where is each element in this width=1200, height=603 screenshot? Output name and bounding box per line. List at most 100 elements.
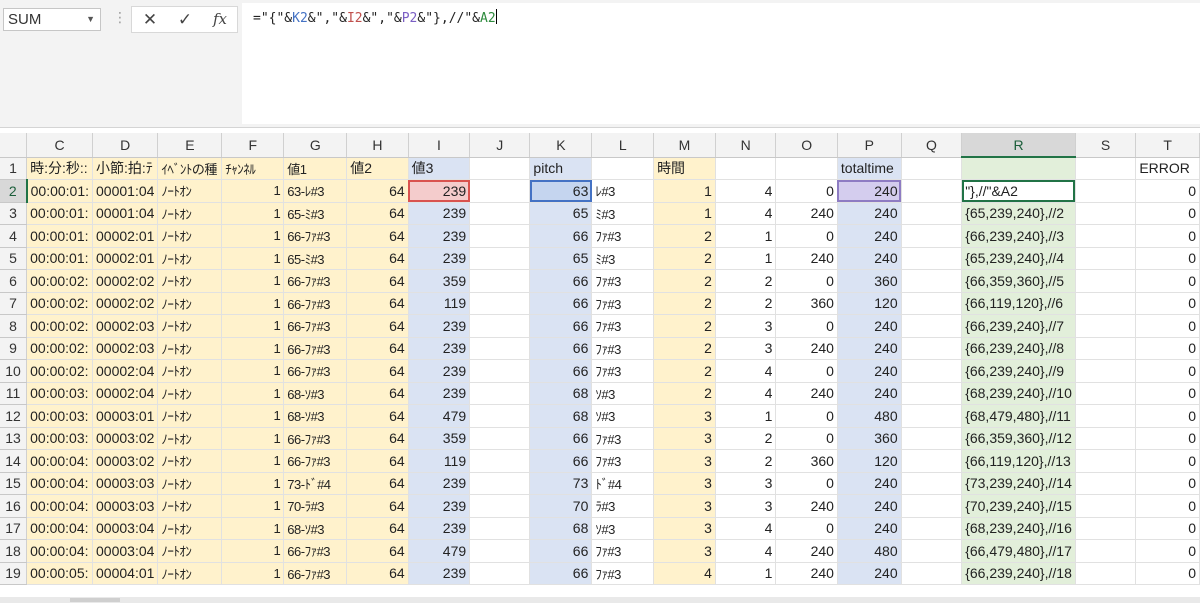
cell-o4[interactable]: 0: [775, 224, 838, 248]
column-header-f[interactable]: F: [221, 133, 285, 158]
cell-t13[interactable]: 0: [1135, 427, 1200, 450]
cell-d19[interactable]: 00004:01: [92, 562, 159, 585]
cell-d1[interactable]: 小節:拍:ﾃ: [92, 157, 159, 180]
cell-s3[interactable]: [1075, 202, 1137, 225]
cell-e8[interactable]: ﾉｰﾄｵﾝ: [157, 314, 223, 338]
cell-j6[interactable]: [469, 269, 531, 293]
cell-q1[interactable]: [901, 157, 963, 180]
cell-n3[interactable]: 4: [715, 202, 777, 225]
column-header-j[interactable]: J: [469, 133, 531, 158]
cell-d10[interactable]: 00002:04: [92, 359, 159, 383]
cell-t14[interactable]: 0: [1135, 449, 1200, 473]
cell-n8[interactable]: 3: [715, 314, 777, 338]
cell-i13[interactable]: 359: [408, 427, 471, 450]
cell-m17[interactable]: 3: [653, 517, 716, 540]
cell-i2[interactable]: 239: [408, 179, 471, 203]
cell-t10[interactable]: 0: [1135, 359, 1200, 383]
cell-j1[interactable]: [469, 157, 531, 180]
cell-j15[interactable]: [469, 472, 531, 495]
cell-c11[interactable]: 00:00:03:: [26, 382, 94, 405]
cell-r14[interactable]: {66,119,120},//13: [961, 449, 1076, 473]
cell-d16[interactable]: 00003:03: [92, 494, 159, 518]
cell-p18[interactable]: 480: [837, 539, 902, 563]
column-header-m[interactable]: M: [653, 133, 716, 158]
cell-i18[interactable]: 479: [408, 539, 471, 563]
cell-f8[interactable]: 1: [221, 314, 285, 338]
cell-n19[interactable]: 1: [715, 562, 777, 585]
row-header[interactable]: 9: [0, 337, 28, 360]
formula-input[interactable]: ="{"&K2&","&I2&","&P2&"},//"&A2: [242, 3, 1200, 124]
cancel-icon[interactable]: ✕: [135, 8, 165, 31]
cell-m15[interactable]: 3: [653, 472, 716, 495]
cell-e2[interactable]: ﾉｰﾄｵﾝ: [157, 179, 223, 203]
cell-j5[interactable]: [469, 247, 531, 270]
cell-m18[interactable]: 3: [653, 539, 716, 563]
cell-p6[interactable]: 360: [837, 269, 902, 293]
row-header[interactable]: 5: [0, 247, 28, 270]
cell-f10[interactable]: 1: [221, 359, 285, 383]
cell-s5[interactable]: [1075, 247, 1137, 270]
cell-g14[interactable]: 66-ﾌｧ#3: [283, 449, 348, 473]
cell-m12[interactable]: 3: [653, 404, 716, 428]
row-header[interactable]: 7: [0, 292, 28, 315]
cell-q6[interactable]: [901, 269, 963, 293]
cell-h1[interactable]: 値2: [346, 157, 409, 180]
cell-q16[interactable]: [901, 494, 963, 518]
cell-d5[interactable]: 00002:01: [92, 247, 159, 270]
cell-m14[interactable]: 3: [653, 449, 716, 473]
cell-c10[interactable]: 00:00:02:: [26, 359, 94, 383]
cell-f11[interactable]: 1: [221, 382, 285, 405]
cell-i19[interactable]: 239: [408, 562, 471, 585]
cell-h15[interactable]: 64: [346, 472, 409, 495]
cell-d15[interactable]: 00003:03: [92, 472, 159, 495]
name-box[interactable]: SUM ▼: [3, 8, 101, 31]
cell-c13[interactable]: 00:00:03:: [26, 427, 94, 450]
cell-f14[interactable]: 1: [221, 449, 285, 473]
cell-m7[interactable]: 2: [653, 292, 716, 315]
cell-p16[interactable]: 240: [837, 494, 902, 518]
cell-q18[interactable]: [901, 539, 963, 563]
cell-o13[interactable]: 0: [775, 427, 838, 450]
cell-m19[interactable]: 4: [653, 562, 716, 585]
cell-t3[interactable]: 0: [1135, 202, 1200, 225]
cell-n10[interactable]: 4: [715, 359, 777, 383]
column-header-i[interactable]: I: [408, 133, 471, 158]
cell-f17[interactable]: 1: [221, 517, 285, 540]
cell-i1[interactable]: 値3: [408, 157, 471, 180]
cell-j18[interactable]: [469, 539, 531, 563]
cell-k7[interactable]: 66: [529, 292, 593, 315]
cell-e3[interactable]: ﾉｰﾄｵﾝ: [157, 202, 223, 225]
cell-l2[interactable]: ﾚ#3: [591, 179, 655, 203]
cell-d14[interactable]: 00003:02: [92, 449, 159, 473]
cell-d6[interactable]: 00002:02: [92, 269, 159, 293]
cell-g17[interactable]: 68-ｿ#3: [283, 517, 348, 540]
cell-e1[interactable]: ｲﾍﾞﾝﾄの種: [157, 157, 223, 180]
column-header-h[interactable]: H: [346, 133, 409, 158]
cell-l4[interactable]: ﾌｧ#3: [591, 224, 655, 248]
cell-g3[interactable]: 65-ﾐ#3: [283, 202, 348, 225]
cell-k2[interactable]: 63: [529, 179, 593, 203]
cell-t18[interactable]: 0: [1135, 539, 1200, 563]
cell-s12[interactable]: [1075, 404, 1137, 428]
cell-f6[interactable]: 1: [221, 269, 285, 293]
cell-i16[interactable]: 239: [408, 494, 471, 518]
cell-q17[interactable]: [901, 517, 963, 540]
cell-r2[interactable]: "},//"&A2: [961, 179, 1076, 203]
cell-n13[interactable]: 2: [715, 427, 777, 450]
cell-f9[interactable]: 1: [221, 337, 285, 360]
cell-h19[interactable]: 64: [346, 562, 409, 585]
cell-n15[interactable]: 3: [715, 472, 777, 495]
cell-g15[interactable]: 73-ﾄﾞ#4: [283, 472, 348, 495]
cell-j13[interactable]: [469, 427, 531, 450]
cell-m10[interactable]: 2: [653, 359, 716, 383]
cell-s9[interactable]: [1075, 337, 1137, 360]
column-header-s[interactable]: S: [1075, 133, 1137, 158]
enter-icon[interactable]: ✓: [170, 8, 200, 31]
cell-o11[interactable]: 240: [775, 382, 838, 405]
cell-e9[interactable]: ﾉｰﾄｵﾝ: [157, 337, 223, 360]
cell-j10[interactable]: [469, 359, 531, 383]
chevron-down-icon[interactable]: ▼: [86, 9, 95, 30]
cell-l9[interactable]: ﾌｧ#3: [591, 337, 655, 360]
cell-l17[interactable]: ｿ#3: [591, 517, 655, 540]
column-header-r[interactable]: R: [961, 133, 1076, 158]
